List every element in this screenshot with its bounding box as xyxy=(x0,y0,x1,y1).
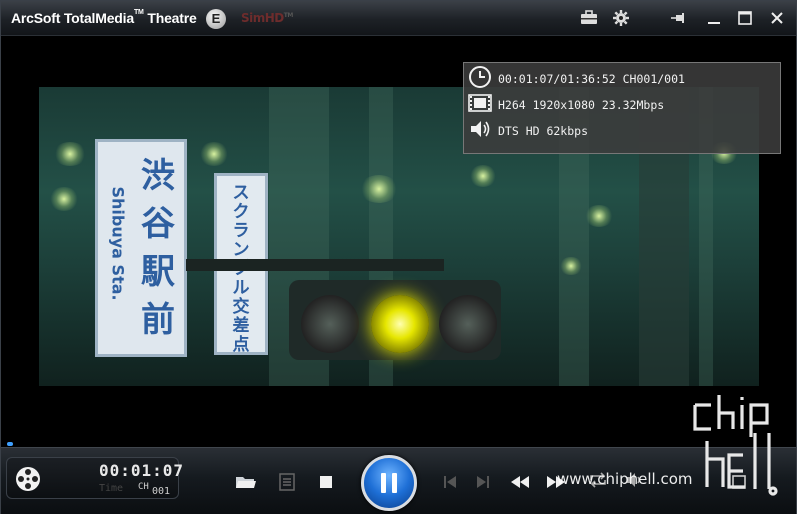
shibuya-station-sign: 渋谷駅前 Shibuya Sta. xyxy=(95,139,187,357)
chiphell-logo xyxy=(693,393,783,497)
film-reel-icon[interactable] xyxy=(13,464,43,499)
open-folder-icon[interactable] xyxy=(234,472,258,492)
osd-audio-row: DTS HD 62kbps xyxy=(468,119,588,143)
signal-lamp-right xyxy=(439,295,497,353)
app-title: ArcSoft TotalMediaTM Theatre xyxy=(11,9,197,26)
player-window: ArcSoft TotalMediaTM Theatre E SimHDTM 渋… xyxy=(0,0,797,514)
clock-icon xyxy=(468,65,492,94)
simhd-logo[interactable]: SimHDTM xyxy=(241,11,293,25)
pause-button[interactable] xyxy=(361,455,417,511)
signal-lamp-yellow xyxy=(371,295,429,353)
minimize-icon[interactable] xyxy=(705,9,723,27)
osd-audio-text: DTS HD 62kbps xyxy=(498,124,589,138)
elapsed-time: 00:01:07 xyxy=(99,461,185,480)
gear-icon[interactable] xyxy=(612,9,630,27)
prev-chapter-icon[interactable] xyxy=(439,472,461,492)
playlist-icon[interactable] xyxy=(275,472,299,492)
time-label: Time xyxy=(99,483,124,494)
control-bar: 00:01:07 Time CH 001 www.chiphell.com xyxy=(1,447,796,514)
stop-icon[interactable] xyxy=(315,472,337,492)
rewind-icon[interactable] xyxy=(508,472,532,492)
speaker-icon xyxy=(468,118,492,145)
seek-bar[interactable] xyxy=(1,439,796,447)
title-bar[interactable]: ArcSoft TotalMediaTM Theatre E SimHDTM xyxy=(1,1,796,36)
film-icon xyxy=(468,93,492,118)
next-chapter-icon[interactable] xyxy=(472,472,494,492)
edition-badge[interactable]: E xyxy=(206,9,226,29)
chapter-number: 001 xyxy=(152,486,171,497)
close-icon[interactable] xyxy=(768,9,786,27)
signal-lamp-left xyxy=(301,295,359,353)
osd-video-row: H264 1920x1080 23.32Mbps xyxy=(468,93,664,117)
toolbox-icon[interactable] xyxy=(580,9,598,27)
osd-time-row: 00:01:07/01:36:52 CH001/001 xyxy=(468,65,685,94)
site-watermark: www.chiphell.com xyxy=(557,470,693,488)
osd-info-panel: 00:01:07/01:36:52 CH001/001 H264 1920x10… xyxy=(463,62,781,154)
pause-icon xyxy=(381,473,397,493)
maximize-icon[interactable] xyxy=(736,9,754,27)
chapter-label: CH xyxy=(138,482,149,492)
osd-time-text: 00:01:07/01:36:52 CH001/001 xyxy=(498,72,685,86)
signal-pole xyxy=(186,259,444,271)
osd-video-text: H264 1920x1080 23.32Mbps xyxy=(498,98,665,112)
time-display-panel: 00:01:07 Time CH 001 xyxy=(6,457,183,499)
pin-icon[interactable] xyxy=(670,9,688,27)
seek-position-marker[interactable] xyxy=(7,442,13,446)
